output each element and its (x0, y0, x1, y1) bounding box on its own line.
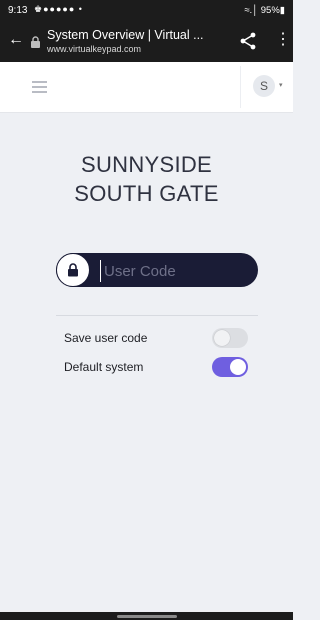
default-system-toggle[interactable] (212, 357, 248, 377)
hamburger-icon[interactable] (32, 81, 47, 93)
save-user-code-toggle[interactable] (212, 328, 248, 348)
user-code-input[interactable] (100, 260, 256, 282)
browser-toolbar: ← System Overview | Virtual ... www.virt… (0, 22, 293, 62)
system-nav-bar (0, 612, 293, 620)
share-icon[interactable] (240, 32, 256, 50)
user-menu[interactable]: S ▾ (240, 66, 294, 108)
system-name: SUNNYSIDE SOUTH GATE (0, 150, 293, 208)
home-indicator[interactable] (117, 615, 177, 618)
lock-icon (31, 36, 40, 48)
status-bar: 9:13 ♚●●●●● • ≈.│ 95%▮ (0, 0, 293, 22)
lock-icon (68, 263, 78, 277)
site-header: S ▾ (0, 62, 293, 113)
system-name-line1: SUNNYSIDE (80, 152, 213, 177)
avatar[interactable]: S (253, 75, 275, 97)
lock-button[interactable] (56, 253, 90, 287)
back-arrow-icon[interactable]: ← (8, 31, 24, 49)
save-user-code-label: Save user code (64, 331, 148, 345)
default-system-label: Default system (64, 360, 144, 374)
user-code-field (56, 253, 258, 287)
status-time: 9:13 (8, 5, 28, 16)
chevron-down-icon[interactable]: ▾ (279, 81, 283, 89)
status-right-icons: ≈.│ 95%▮ (244, 5, 285, 16)
setting-save-user-code: Save user code (64, 326, 254, 350)
kebab-menu-icon[interactable]: ⋮ (275, 32, 291, 48)
setting-default-system: Default system (64, 355, 254, 379)
system-name-line2: SOUTH GATE (74, 181, 219, 206)
page-url[interactable]: www.virtualkeypad.com (47, 44, 141, 54)
divider (56, 315, 258, 316)
notification-icons: ♚●●●●● • (34, 4, 83, 14)
page-title[interactable]: System Overview | Virtual ... (47, 28, 232, 42)
